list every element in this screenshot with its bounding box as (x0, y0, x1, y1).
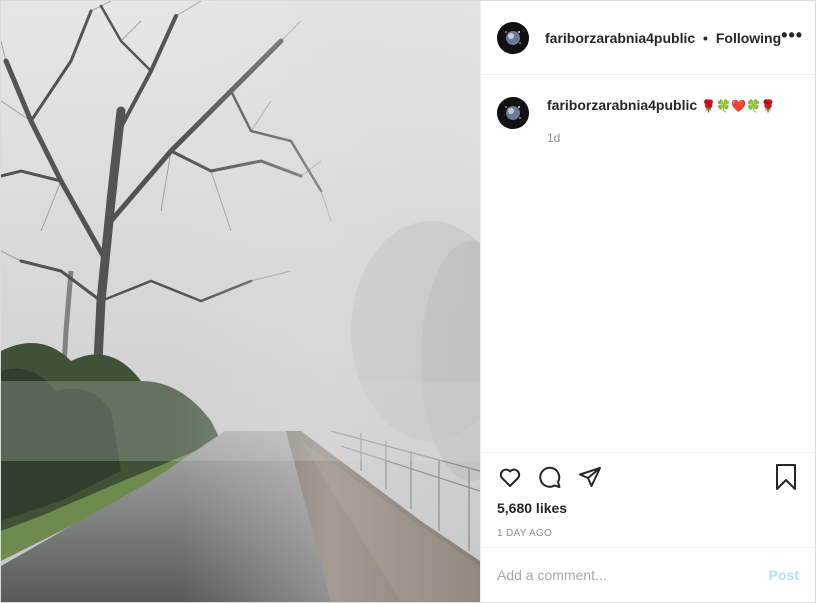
caption-body: fariborzarabnia4public 🌹🍀❤️🍀🌹 1d (547, 97, 776, 145)
caption-username[interactable]: fariborzarabnia4public (547, 97, 697, 113)
comment-icon[interactable] (537, 464, 563, 490)
more-options-icon[interactable]: ••• (781, 26, 803, 50)
post-comment-button[interactable]: Post (769, 567, 799, 583)
following-button[interactable]: Following (716, 30, 781, 46)
caption-timestamp[interactable]: 1d (547, 131, 776, 145)
post-actions: 5,680 likes 1 DAY AGO (481, 452, 815, 539)
caption-avatar[interactable] (497, 97, 529, 129)
comment-box: Post (481, 547, 815, 602)
action-icons (497, 453, 799, 501)
avatar[interactable] (497, 21, 529, 54)
share-icon[interactable] (577, 464, 603, 490)
comment-input[interactable] (497, 567, 769, 583)
avatar-image (497, 21, 529, 54)
post-header: fariborzarabnia4public • Following ••• (481, 1, 815, 75)
heart-icon[interactable] (497, 464, 523, 490)
likes-count[interactable]: 5,680 likes (497, 500, 799, 516)
post-timestamp: 1 DAY AGO (497, 528, 553, 539)
post-photo[interactable] (1, 1, 480, 602)
post-dialog: fariborzarabnia4public • Following ••• f… (0, 0, 816, 603)
bookmark-icon[interactable] (773, 464, 799, 490)
foggy-path-image (1, 1, 480, 602)
caption: fariborzarabnia4public 🌹🍀❤️🍀🌹 1d (481, 75, 815, 145)
post-side-panel: fariborzarabnia4public • Following ••• f… (480, 1, 815, 602)
caption-text: 🌹🍀❤️🍀🌹 (701, 99, 776, 113)
separator-dot: • (703, 29, 708, 46)
avatar-image (497, 97, 529, 129)
header-title: fariborzarabnia4public • Following (545, 30, 781, 46)
username-link[interactable]: fariborzarabnia4public (545, 30, 695, 46)
